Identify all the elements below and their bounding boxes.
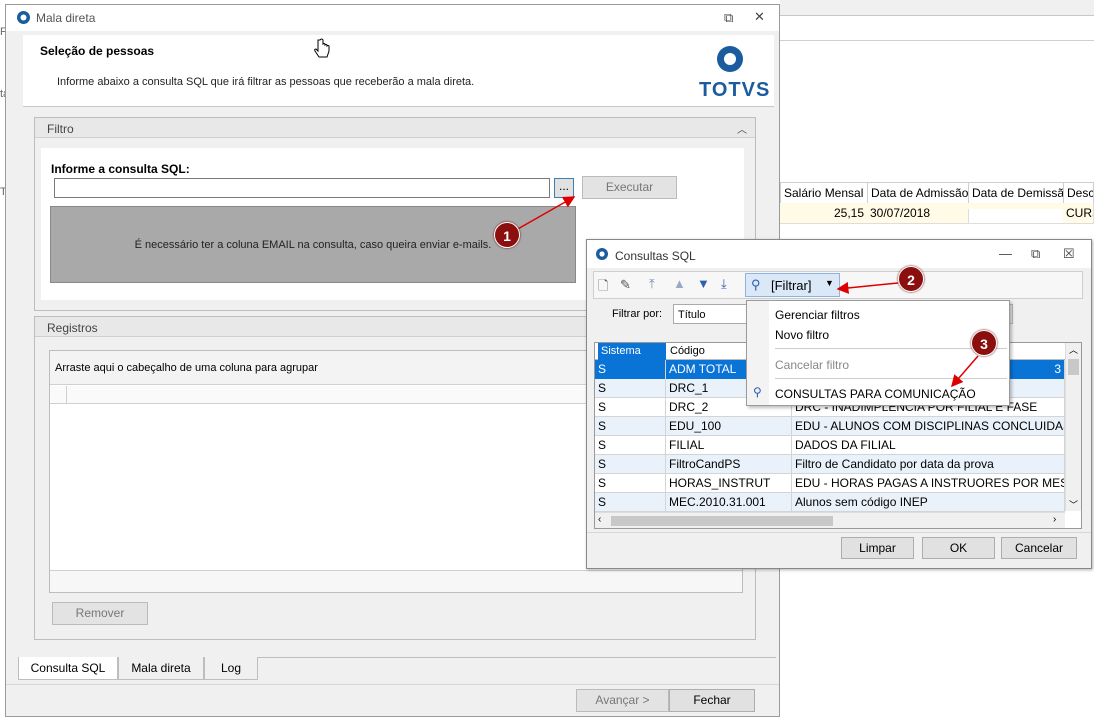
arrow-1	[515, 196, 576, 231]
arrow-2	[836, 281, 899, 294]
callout-badge: 1	[494, 222, 520, 248]
arrow-3	[951, 355, 979, 388]
callout-badge: 3	[971, 330, 997, 356]
callout-badge: 2	[898, 266, 924, 292]
callout-arrows	[515, 196, 979, 388]
